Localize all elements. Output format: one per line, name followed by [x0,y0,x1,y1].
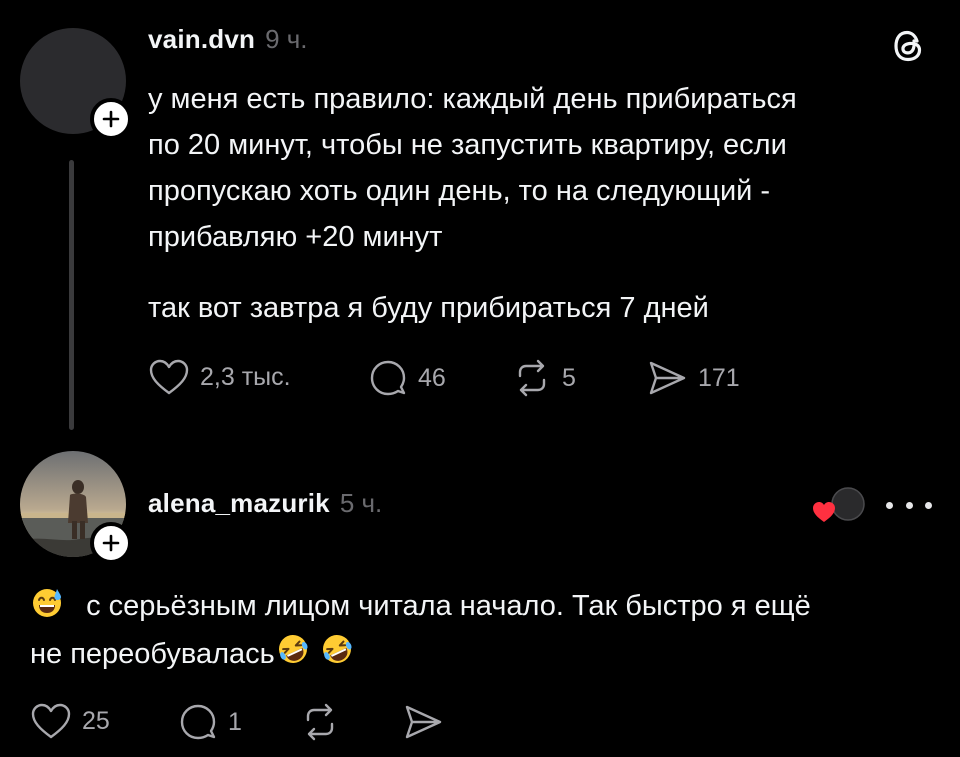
follow-button[interactable] [90,522,132,564]
send-icon [405,705,442,739]
follow-button[interactable] [90,98,132,140]
post-text-paragraph: так вот завтра я буду прибираться 7 дней [148,292,709,324]
repost-count: 5 [562,363,576,392]
reply-button[interactable]: 1 [178,702,242,742]
reply-timestamp: 5 ч. [339,488,383,518]
post-text-line: у меня есть правило: каждый день прибира… [148,83,797,115]
speech-bubble-icon [180,704,216,740]
like-count: 2,3 тыс. [200,362,291,391]
plus-icon [102,110,120,128]
more-dots-icon [905,501,913,509]
like-count: 25 [82,706,110,735]
threads-logo-icon[interactable] [887,24,931,68]
repost-button[interactable] [300,702,340,742]
reply-header: alena_mazurik 5 ч. [148,488,382,519]
post-timestamp: 9 ч. [265,24,308,54]
heart-icon [813,502,835,522]
share-button[interactable] [402,702,444,742]
post-header: vain.dvn 9 ч. [148,24,308,55]
like-button[interactable]: 25 [30,702,110,740]
post-text-line: по 20 минут, чтобы не запустить квартиру… [148,129,787,161]
more-button[interactable] [886,490,932,520]
plus-icon [102,534,120,552]
speech-bubble-icon [370,360,406,396]
reply-username[interactable]: alena_mazurik [148,488,330,519]
reply-text-line: с серьёзным лицом читала начало. Так быс… [30,582,930,630]
rolling-on-the-floor-laughing-icon [278,635,308,663]
heart-icon [149,359,189,395]
more-dots-icon [925,501,932,509]
thread-line [69,160,74,430]
rolling-on-the-floor-laughing-icon [322,635,352,663]
share-button[interactable]: 171 [646,358,740,398]
repost-icon [306,703,334,741]
more-dots-icon [886,501,893,509]
post-body: у меня есть правило: каждый день прибира… [148,76,908,260]
reply-button[interactable]: 46 [368,358,446,398]
share-count: 171 [698,363,740,392]
reply-text-line2: не переобувалась [30,638,275,670]
repost-icon [518,359,546,397]
smiling-face-with-sweat-icon [33,589,61,617]
reply-text-line: не переобувалась [30,630,930,678]
send-icon [649,361,686,395]
post-text-line: пропускаю хоть один день, то на следующи… [148,175,771,207]
repost-button[interactable]: 5 [512,358,576,398]
reply-body: с серьёзным лицом читала начало. Так быс… [30,582,930,678]
reply-count: 46 [418,363,446,392]
post-username[interactable]: vain.dvn [148,24,255,55]
post-text-line: прибавляю +20 минут [148,221,443,253]
heart-icon [31,703,71,739]
reply-text-line1: с серьёзным лицом читала начало. Так быс… [86,590,811,622]
author-liked-indicator [813,487,865,522]
like-button[interactable]: 2,3 тыс. [148,358,291,396]
reply-count: 1 [228,707,242,736]
